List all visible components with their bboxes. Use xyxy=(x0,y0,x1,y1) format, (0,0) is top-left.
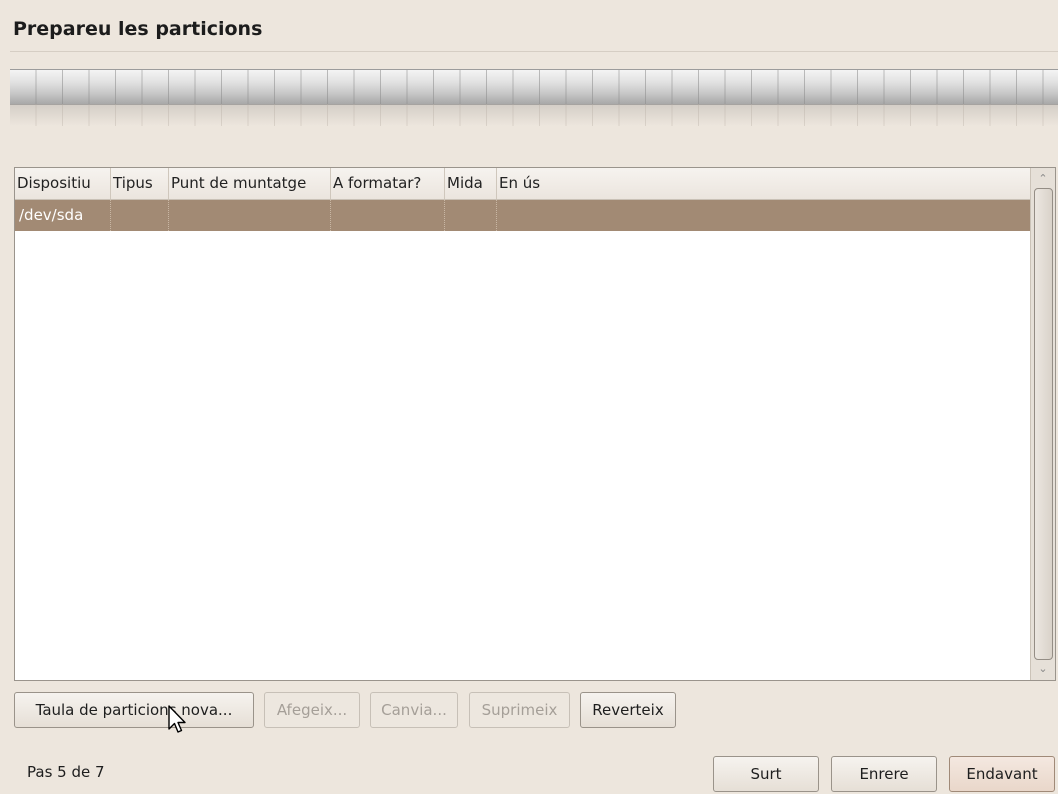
add-partition-button[interactable]: Afegeix... xyxy=(264,692,360,728)
cell-format xyxy=(331,200,445,231)
table-row[interactable]: /dev/sda xyxy=(15,200,1030,231)
cell-device: /dev/sda xyxy=(15,200,111,231)
vertical-scrollbar[interactable]: ⌃ ⌄ xyxy=(1030,168,1055,680)
column-header-format[interactable]: A formatar? xyxy=(331,168,445,199)
step-indicator: Pas 5 de 7 xyxy=(27,763,105,781)
column-header-used[interactable]: En ús xyxy=(497,168,1030,199)
scroll-up-icon[interactable]: ⌃ xyxy=(1031,170,1055,188)
delete-partition-button[interactable]: Suprimeix xyxy=(469,692,570,728)
partition-bar-reflection xyxy=(10,104,1058,126)
column-header-type[interactable]: Tipus xyxy=(111,168,169,199)
partition-table[interactable]: Dispositiu Tipus Punt de muntatge A form… xyxy=(14,167,1056,681)
installer-window: Prepareu les particions Dispositiu Tipus… xyxy=(0,0,1058,794)
title-divider xyxy=(10,51,1058,52)
cell-type xyxy=(111,200,169,231)
mouse-pointer-icon xyxy=(168,705,186,733)
page-title: Prepareu les particions xyxy=(13,18,263,40)
table-header: Dispositiu Tipus Punt de muntatge A form… xyxy=(15,168,1030,200)
new-partition-table-button[interactable]: Taula de particions nova... xyxy=(14,692,254,728)
cell-size xyxy=(445,200,497,231)
forward-button[interactable]: Endavant xyxy=(949,756,1055,792)
quit-button[interactable]: Surt xyxy=(713,756,819,792)
cell-used xyxy=(497,200,1030,231)
scroll-thumb[interactable] xyxy=(1034,188,1053,660)
revert-button[interactable]: Reverteix xyxy=(580,692,676,728)
scroll-down-icon[interactable]: ⌄ xyxy=(1031,660,1055,678)
change-partition-button[interactable]: Canvia... xyxy=(370,692,458,728)
back-button[interactable]: Enrere xyxy=(831,756,937,792)
column-header-device[interactable]: Dispositiu xyxy=(15,168,111,199)
cell-mount-point xyxy=(169,200,331,231)
partition-bar[interactable] xyxy=(10,69,1058,105)
column-header-size[interactable]: Mida xyxy=(445,168,497,199)
column-header-mount-point[interactable]: Punt de muntatge xyxy=(169,168,331,199)
